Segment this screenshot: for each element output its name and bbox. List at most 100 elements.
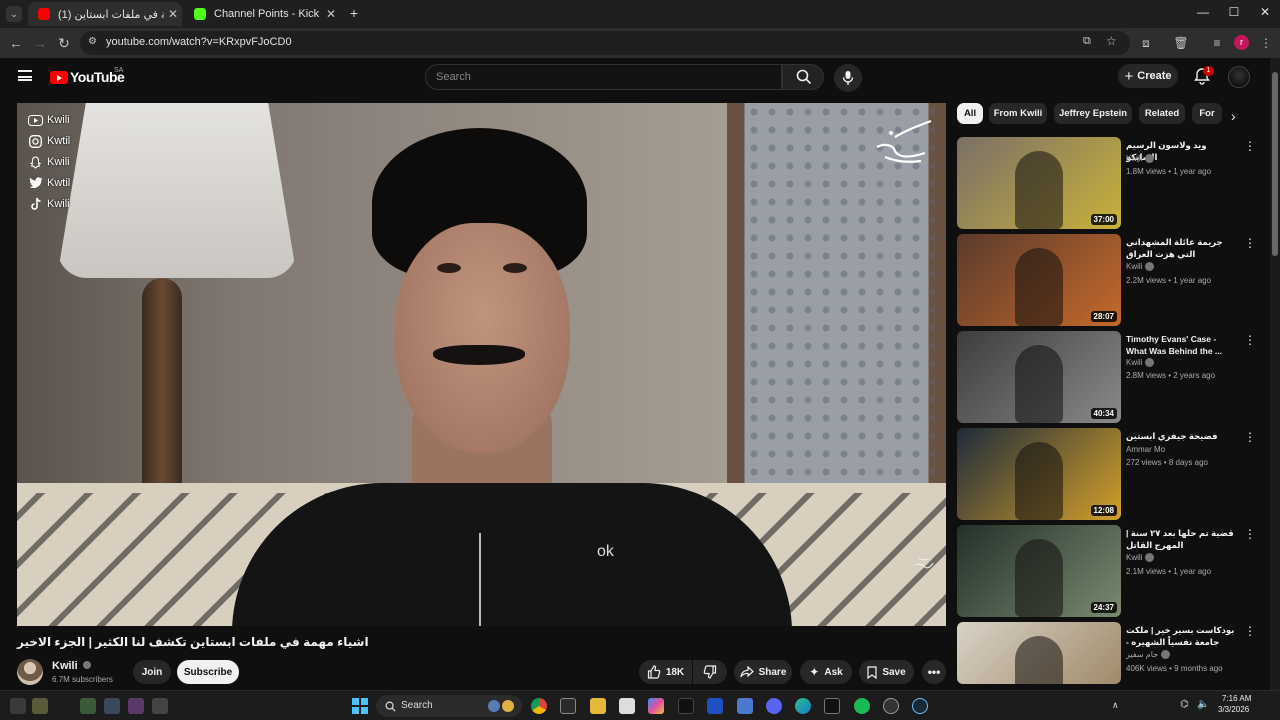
chip-all[interactable]: All [957,103,983,124]
recommended-video-title[interactable]: فضيحة جيفري ابستين [1126,430,1238,442]
video-thumbnail[interactable]: 28:07 [957,234,1121,326]
hamburger-menu-icon[interactable] [18,70,32,81]
more-options-icon[interactable]: ⋮ [1244,236,1256,250]
youtube-logo-icon[interactable] [50,71,68,84]
taskbar-notepad-icon[interactable] [737,698,753,714]
scrollbar-thumb[interactable] [1272,72,1278,256]
video-player[interactable]: ok Kwili Kwtil Kwili Kwtil Kwili [17,103,946,626]
chip-related[interactable]: Related [1139,103,1185,124]
taskbar-tiktok-icon[interactable] [678,698,694,714]
taskbar-search-box[interactable] [376,695,522,717]
back-icon[interactable]: ← [6,33,26,53]
profile-avatar[interactable]: r [1234,35,1249,50]
recommended-channel[interactable]: Kwili [1126,154,1155,163]
chip-for[interactable]: For [1192,103,1222,124]
tray-network-icon[interactable]: ⌬ [1180,699,1189,710]
taskbar-edge-icon[interactable] [795,698,811,714]
channel-name[interactable]: Kwili [52,660,91,672]
taskbar-app-icon[interactable] [560,698,576,714]
taskbar-pinned-app-icon[interactable] [152,698,168,714]
create-button[interactable]: + Create [1118,64,1178,88]
close-window-icon[interactable]: ✕ [1255,5,1275,23]
taskbar-steam-icon[interactable] [912,698,928,714]
more-options-icon[interactable]: ⋮ [1244,527,1256,541]
taskbar-chrome-icon[interactable] [531,698,547,714]
recommended-video-title[interactable]: قضية تم حلها بعد ٢٧ سنة | المهرج القاتل [1126,527,1238,551]
search-input[interactable] [436,71,756,83]
windows-start-icon[interactable] [352,698,368,714]
dislike-button[interactable] [693,660,727,684]
more-options-icon[interactable]: ⋮ [1244,430,1256,444]
recommended-video[interactable]: بودكاست بسير خير | ملكت جامعة نفسياً الش… [957,622,1262,684]
recommended-channel[interactable]: Kwili [1126,262,1155,271]
recommended-video[interactable]: 28:07 جريمة عائلة المشهداني التي هزت العر… [957,234,1262,326]
recommended-video-title[interactable]: Timothy Evans' Case - What Was Behind th… [1126,333,1238,357]
chrome-menu-icon[interactable]: ⋮ [1257,34,1275,52]
taskbar-app-icon[interactable] [824,698,840,714]
recommended-video-title[interactable]: جريمة عائلة المشهداني التي هزت العراق [1126,236,1238,260]
taskbar-app-icon[interactable] [707,698,723,714]
taskbar-pinned-app-icon[interactable] [128,698,144,714]
like-button[interactable]: 18K [639,660,692,684]
trash-extension-icon[interactable]: 🗑 [1172,34,1190,52]
extensions-icon[interactable]: ⧈ [1137,34,1155,52]
taskbar-widget-icon[interactable] [10,698,26,714]
minimize-icon[interactable]: — [1193,5,1213,23]
taskbar-pinned-app-icon[interactable] [32,698,48,714]
close-tab-icon[interactable]: ✕ [164,7,182,21]
ask-button[interactable]: ✦ Ask [800,660,852,684]
taskbar-pinned-app-icon[interactable] [104,698,120,714]
browser-tab-youtube[interactable]: (1) اشياء مهمة في ملفات ابستاين ✕ [28,2,182,26]
cast-icon[interactable]: ⧉ [1083,35,1091,48]
new-tab-button[interactable]: + [346,5,362,23]
recommended-video[interactable]: 24:37 قضية تم حلها بعد ٢٧ سنة | المهرج ال… [957,525,1262,617]
recommended-video[interactable]: 40:34 Timothy Evans' Case - What Was Behi… [957,331,1262,423]
recommended-channel[interactable]: جام سفير [1126,650,1171,659]
video-thumbnail[interactable] [957,622,1121,684]
more-options-icon[interactable]: ⋮ [1244,333,1256,347]
tray-volume-icon[interactable]: 🔈 [1197,699,1209,710]
site-info-icon[interactable]: ⚙ [88,36,97,47]
chip-from-kwili[interactable]: From Kwili [989,103,1047,124]
subscribe-button[interactable]: Subscribe [177,660,239,684]
more-options-icon[interactable]: ⋮ [1244,139,1256,153]
maximize-icon[interactable]: ☐ [1224,5,1244,23]
recommended-video[interactable]: 37:00 ويد ولاسون الرسيم السايكو Kwili 1.8M … [957,137,1262,229]
more-actions-button[interactable]: ••• [922,660,946,684]
recommended-video[interactable]: 12:08 فضيحة جيفري ابستين Ammar Mo 272 views… [957,428,1262,520]
taskbar-discord-icon[interactable] [766,698,782,714]
recommended-channel[interactable]: Kwili [1126,358,1155,367]
reading-list-icon[interactable]: ≡ [1208,34,1226,52]
reload-icon[interactable]: ↻ [54,33,74,53]
account-avatar[interactable] [1228,66,1250,88]
video-thumbnail[interactable]: 24:37 [957,525,1121,617]
close-tab-icon[interactable]: ✕ [322,7,340,21]
address-bar[interactable]: ⚙ youtube.com/watch?v=KRxpvFJoCD0 ⧉ ☆ [80,31,1130,55]
chip-jeffrey-epstein[interactable]: Jeffrey Epstein [1054,103,1132,124]
chips-next-arrow-icon[interactable]: › [1231,108,1236,124]
taskbar-file-explorer-icon[interactable] [590,698,606,714]
bookmark-star-icon[interactable]: ☆ [1106,34,1117,48]
join-button[interactable]: Join [133,660,171,684]
channel-avatar[interactable] [17,659,43,685]
search-button[interactable] [782,64,824,90]
tab-search-button[interactable]: ⌄ [6,6,22,22]
tray-chevron-icon[interactable]: ∧ [1112,700,1119,711]
taskbar-store-icon[interactable] [619,698,635,714]
taskbar-pinned-chrome-icon[interactable] [80,698,96,714]
save-button[interactable]: Save [859,660,914,684]
recommended-video-title[interactable]: بودكاست بسير خير | ملكت جامعة نفسياً الش… [1126,624,1238,650]
more-options-icon[interactable]: ⋮ [1244,624,1256,638]
browser-tab-kick[interactable]: Channel Points - Kick Dashboard ✕ [184,2,340,26]
video-thumbnail[interactable]: 12:08 [957,428,1121,520]
taskbar-copilot-icon[interactable] [648,698,664,714]
recommended-channel[interactable]: Kwili [1126,553,1155,562]
voice-search-button[interactable] [834,64,862,92]
taskbar-spotify-icon[interactable] [854,698,870,714]
video-thumbnail[interactable]: 40:34 [957,331,1121,423]
share-button[interactable]: Share [734,660,792,684]
clock-time[interactable]: 7:16 AM [1222,694,1251,703]
taskbar-app-icon[interactable] [883,698,899,714]
recommended-channel[interactable]: Ammar Mo [1126,445,1165,454]
clock-date[interactable]: 3/3/2026 [1218,705,1249,714]
